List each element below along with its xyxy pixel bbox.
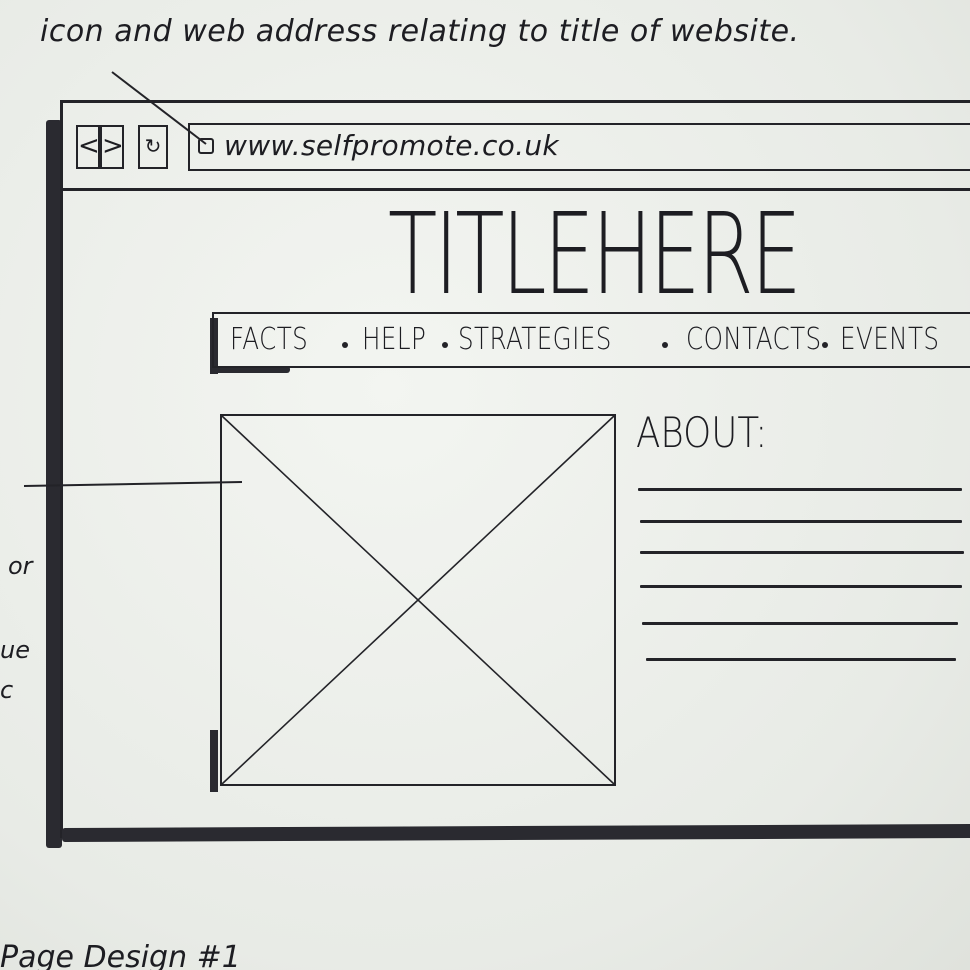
nav-separator-dot	[662, 342, 668, 348]
sketch-page: icon and web address relating to title o…	[0, 0, 970, 970]
browser-toolbar: < > ↻ www.selfpromote.co.uk	[60, 103, 970, 191]
forward-button[interactable]: >	[100, 125, 124, 169]
about-text-line	[640, 551, 964, 554]
site-title: TITLEHERE	[388, 190, 802, 320]
site-favicon-icon	[198, 138, 214, 154]
nav-separator-dot	[822, 342, 828, 348]
site-navbar: FACTS HELP STRATEGIES CONTACTS EVENTS	[212, 312, 970, 368]
about-text-line	[642, 622, 958, 625]
nav-item-contacts[interactable]: CONTACTS	[686, 322, 822, 357]
annotation-top-note: icon and web address relating to title o…	[40, 14, 800, 49]
about-text-line	[638, 488, 962, 491]
address-bar[interactable]: www.selfpromote.co.uk	[188, 123, 970, 171]
nav-item-facts[interactable]: FACTS	[230, 322, 308, 357]
about-text-line	[640, 520, 962, 523]
refresh-button[interactable]: ↻	[138, 125, 168, 169]
nav-item-events[interactable]: EVENTS	[840, 322, 939, 357]
nav-item-strategies[interactable]: STRATEGIES	[458, 322, 612, 357]
image-placeholder	[220, 414, 616, 786]
annotation-side-text: c	[0, 676, 14, 704]
nav-item-help[interactable]: HELP	[362, 322, 426, 357]
annotation-side-text: ue	[0, 636, 30, 664]
about-text-line	[646, 658, 956, 661]
nav-separator-dot	[342, 342, 348, 348]
url-text: www.selfpromote.co.uk	[224, 129, 559, 162]
annotation-side-text: or	[8, 552, 33, 580]
nav-separator-dot	[442, 342, 448, 348]
image-placeholder-mark	[210, 730, 218, 792]
annotation-bottom-note: Page Design #1	[0, 940, 241, 970]
back-button[interactable]: <	[76, 125, 100, 169]
about-text-line	[640, 585, 962, 588]
window-shadow-bottom	[61, 823, 970, 843]
about-heading: ABOUT:	[636, 408, 768, 457]
